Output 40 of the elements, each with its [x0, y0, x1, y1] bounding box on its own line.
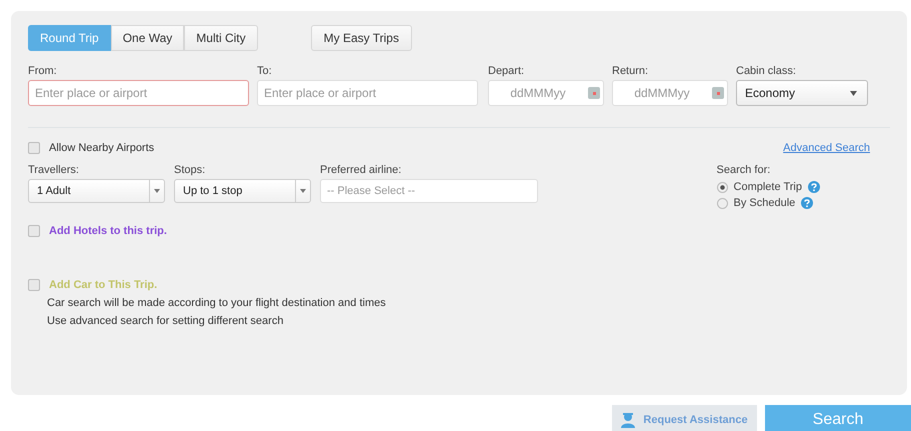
- checkbox[interactable]: [28, 225, 40, 237]
- cabin-class-select[interactable]: Economy: [736, 80, 868, 106]
- return-date-field[interactable]: ddMMMyy: [612, 80, 728, 106]
- field-label: Search for:: [716, 164, 772, 176]
- help-icon[interactable]: [808, 181, 820, 193]
- travellers-select[interactable]: 1 Adult: [28, 179, 165, 203]
- field-label: Return:: [612, 65, 650, 77]
- preferred-airline-field[interactable]: -- Please Select --: [320, 179, 538, 203]
- checkbox[interactable]: [28, 142, 40, 154]
- car-note-text: Use advanced search for setting different search: [47, 316, 284, 327]
- to-field[interactable]: Enter place or airport: [257, 80, 478, 106]
- caret-icon: [154, 189, 160, 193]
- add-hotels-label[interactable]: Add Hotels to this trip.: [49, 225, 167, 237]
- car-note-text: Car search will be made according to your flight destination and times: [47, 298, 387, 309]
- field-label: Cabin class:: [736, 65, 797, 77]
- trip-type-tab[interactable]: One Way: [110, 25, 184, 51]
- field-label: Depart:: [488, 65, 526, 77]
- stops-select[interactable]: Up to 1 stop: [174, 179, 311, 203]
- radio-label: By Schedule: [734, 197, 796, 209]
- person-icon: [621, 412, 636, 428]
- help-icon[interactable]: [801, 197, 814, 209]
- checkbox-label: Allow Nearby Airports: [49, 142, 154, 154]
- field-label: To:: [257, 65, 273, 77]
- calendar-icon[interactable]: [712, 87, 724, 99]
- radio-button[interactable]: [716, 198, 728, 208]
- caret-icon: [300, 189, 306, 193]
- checkbox[interactable]: [28, 279, 40, 291]
- field-label: Stops:: [174, 164, 206, 176]
- radio-button[interactable]: [716, 182, 728, 192]
- trip-type-tab[interactable]: Multi City: [184, 25, 258, 51]
- advanced-search-link[interactable]: Advanced Search: [783, 142, 870, 154]
- field-label: Travellers:: [28, 164, 80, 176]
- my-easy-trips-button[interactable]: My Easy Trips: [310, 25, 412, 51]
- depart-date-field[interactable]: ddMMMyy: [488, 80, 604, 106]
- caret-icon: [850, 90, 857, 96]
- field-label: Preferred airline:: [320, 164, 402, 176]
- radio-label: Complete Trip: [734, 181, 802, 193]
- field-label: From:: [28, 65, 58, 77]
- from-field[interactable]: Enter place or airport: [28, 80, 249, 106]
- calendar-icon[interactable]: [588, 87, 600, 99]
